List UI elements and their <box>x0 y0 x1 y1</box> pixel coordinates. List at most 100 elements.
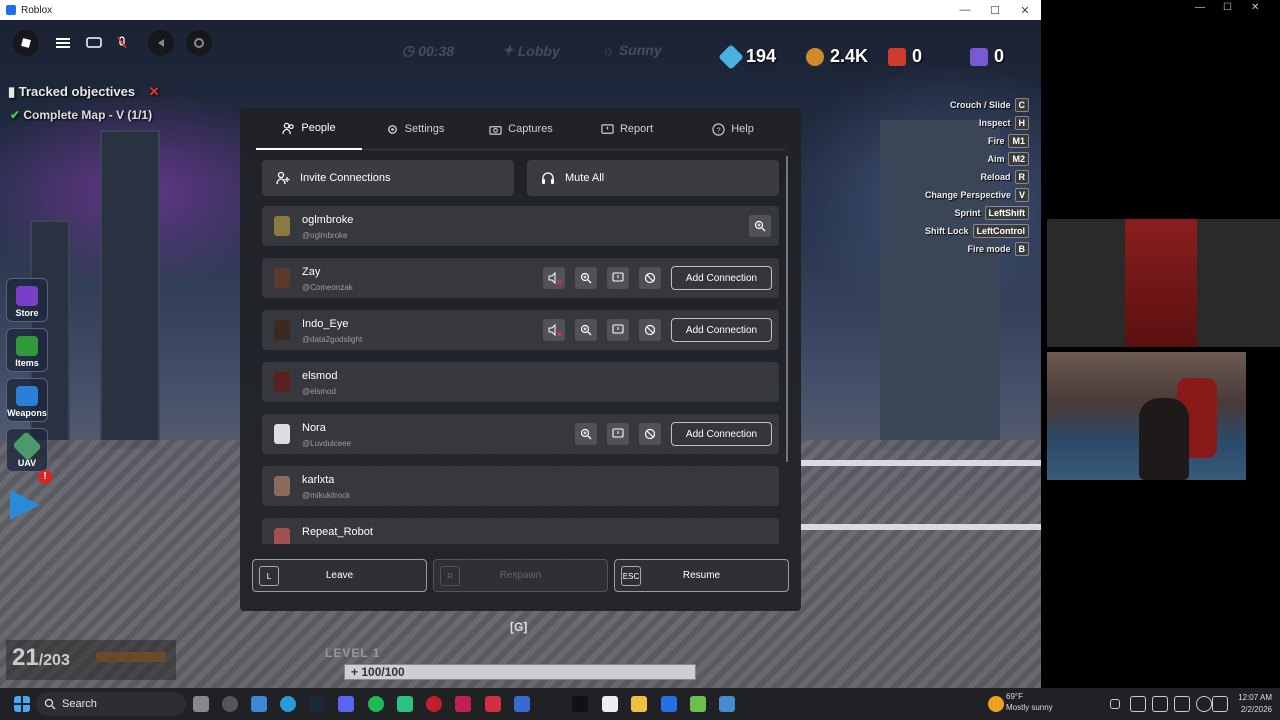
window-title: Roblox <box>21 4 53 16</box>
call-of-duty-icon[interactable] <box>572 696 588 712</box>
player-row[interactable]: Indo_Eye @data2godslight ✕ Add Connectio… <box>262 310 779 350</box>
store-button[interactable]: Store <box>6 278 48 322</box>
wifi-icon[interactable] <box>1196 696 1212 712</box>
epic-games-icon[interactable] <box>543 696 559 712</box>
steam-icon[interactable] <box>309 696 325 712</box>
leave-button[interactable]: L Leave <box>252 559 427 592</box>
photos-icon[interactable] <box>251 696 267 712</box>
app-icon[interactable] <box>690 696 706 712</box>
invite-connections-button[interactable]: Invite Connections <box>262 160 514 196</box>
items-label: Items <box>15 358 39 368</box>
tab-people[interactable]: People <box>256 108 362 150</box>
block-player-button[interactable] <box>639 267 661 289</box>
discord-icon[interactable] <box>338 696 354 712</box>
player-name: Repeat_Robot <box>302 526 373 538</box>
scaffold-tower <box>100 130 160 450</box>
inspect-button[interactable] <box>749 215 771 237</box>
mute-player-button[interactable]: ✕ <box>543 267 565 289</box>
maximize-button[interactable]: ☐ <box>980 0 1010 20</box>
block-player-button[interactable] <box>639 423 661 445</box>
player-row[interactable]: Repeat_Robot <box>262 518 779 544</box>
tracked-objectives-header[interactable]: ▮ Tracked objectives ✕ <box>8 84 160 100</box>
tab-report[interactable]: Report <box>574 108 680 150</box>
keycap: B <box>1014 242 1029 256</box>
respawn-button[interactable]: R Respawn <box>433 559 608 592</box>
mute-player-button[interactable]: ✕ <box>543 319 565 341</box>
roblox-menu-button[interactable] <box>13 30 39 56</box>
report-player-button[interactable] <box>607 423 629 445</box>
maximize-button[interactable]: ☐ <box>1223 2 1232 13</box>
settings-button[interactable] <box>186 30 212 56</box>
tab-help[interactable]: ? Help <box>680 108 786 150</box>
clock-icon: ◷ <box>402 42 415 58</box>
items-button[interactable]: Items <box>6 328 48 372</box>
player-row[interactable]: oglmbroke @oglmbroke <box>262 206 779 246</box>
report-player-button[interactable] <box>607 319 629 341</box>
add-connection-button[interactable]: Add Connection <box>671 318 772 342</box>
taskbar-search[interactable]: Search <box>36 692 186 716</box>
minimize-button[interactable]: — <box>950 0 980 20</box>
player-row[interactable]: Zay @Comeonzak ✕ Add Connection <box>262 258 779 298</box>
app-icon[interactable] <box>514 696 530 712</box>
block-player-button[interactable] <box>639 319 661 341</box>
back-button[interactable] <box>148 30 174 56</box>
task-view-icon[interactable] <box>193 696 209 712</box>
minimize-button[interactable]: — <box>1195 2 1205 13</box>
app-icon[interactable] <box>455 696 471 712</box>
keybind-row: Change Perspective V <box>889 186 1029 204</box>
app-icon[interactable] <box>397 696 413 712</box>
close-button[interactable]: ✕ <box>1010 0 1040 20</box>
uav-button[interactable]: UAV <box>6 428 48 472</box>
roblox-icon[interactable] <box>661 696 677 712</box>
windows-start-icon[interactable] <box>14 696 30 712</box>
file-explorer-icon[interactable] <box>631 696 647 712</box>
hamburger-icon <box>56 38 70 48</box>
play-arrow-icon[interactable] <box>10 490 40 520</box>
mute-all-button[interactable]: Mute All <box>527 160 779 196</box>
player-row[interactable]: elsmod @elsmod <box>262 362 779 402</box>
close-objectives-icon[interactable]: ✕ <box>149 84 160 99</box>
spotify-icon[interactable] <box>368 696 384 712</box>
tab-captures[interactable]: Captures <box>468 108 574 150</box>
add-connection-button[interactable]: Add Connection <box>671 266 772 290</box>
hamburger-menu-button[interactable] <box>50 30 76 56</box>
notepad-icon[interactable] <box>602 696 618 712</box>
objective-text: Complete Map - V (1/1) <box>23 108 153 122</box>
microphone-tray-icon[interactable] <box>1174 696 1190 712</box>
close-button[interactable]: ✕ <box>1251 2 1259 13</box>
player-row[interactable]: Nora @Luvdulceee Add Connection <box>262 414 779 454</box>
tray-app-icon[interactable] <box>1130 696 1146 712</box>
report-player-button[interactable] <box>607 267 629 289</box>
player-row[interactable]: karlxta @mikukitrock <box>262 466 779 506</box>
edge-icon[interactable] <box>280 696 296 712</box>
opera-icon[interactable] <box>426 696 442 712</box>
avatar <box>274 216 290 236</box>
search-label: Search <box>62 698 97 710</box>
inspect-button[interactable] <box>575 423 597 445</box>
chat-button[interactable] <box>81 30 107 56</box>
keybind-label: Shift Lock <box>924 226 969 236</box>
tab-people-label: People <box>301 122 336 134</box>
chatgpt-icon[interactable] <box>222 696 238 712</box>
burger-icon <box>806 47 824 66</box>
keycap: C <box>1014 98 1029 112</box>
inspect-button[interactable] <box>575 319 597 341</box>
add-person-icon <box>276 171 290 185</box>
objectives-icon: ▮ <box>8 84 19 99</box>
player-list-scrollbar[interactable] <box>786 156 788 462</box>
add-connection-button[interactable]: Add Connection <box>671 422 772 446</box>
weapons-button[interactable]: Weapons <box>6 378 48 422</box>
resume-button[interactable]: ESC Resume <box>614 559 789 592</box>
system-clock[interactable]: 12:07 AM 2/2/2026 <box>1226 692 1272 716</box>
chevron-up-icon[interactable] <box>1110 699 1120 709</box>
tab-help-label: Help <box>731 123 754 135</box>
inspect-button[interactable] <box>575 267 597 289</box>
calculator-icon[interactable] <box>719 696 735 712</box>
camera-feed-room <box>1047 219 1280 347</box>
tab-report-label: Report <box>619 123 654 135</box>
weather-widget[interactable]: 69°F Mostly sunny <box>1006 691 1053 713</box>
microphone-button[interactable] <box>109 30 135 56</box>
app-icon[interactable] <box>485 696 501 712</box>
mute-tray-icon[interactable] <box>1152 696 1168 712</box>
tab-settings[interactable]: Settings <box>362 108 468 150</box>
